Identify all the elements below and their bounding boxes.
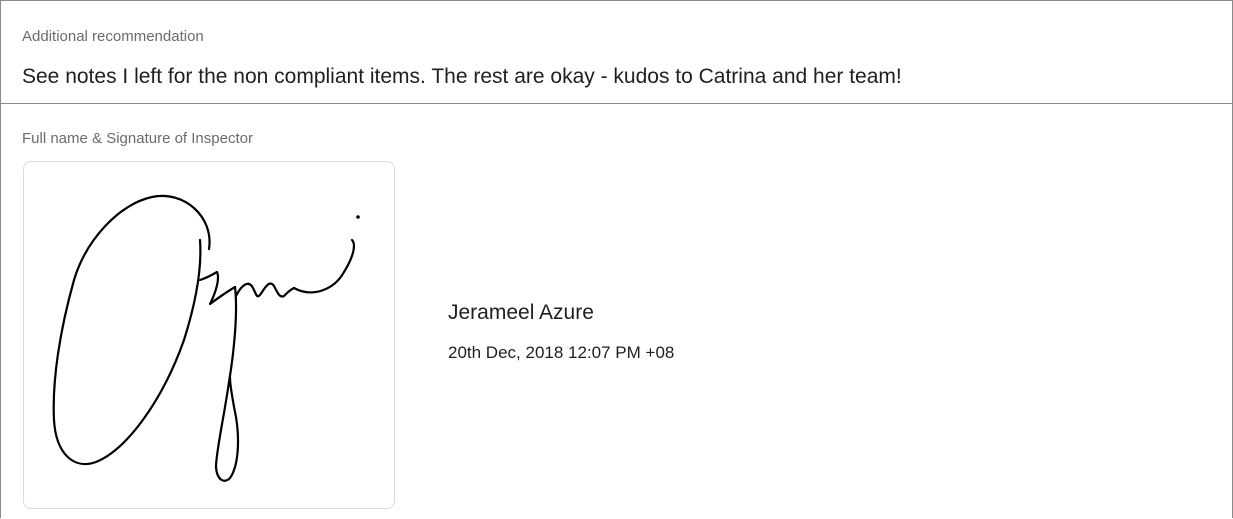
- inspector-signature-section: Full name & Signature of Inspector Jeram…: [1, 104, 1232, 519]
- signature-timestamp: 20th Dec, 2018 12:07 PM +08: [448, 343, 675, 362]
- inspection-report-footer: Additional recommendation See notes I le…: [0, 0, 1233, 518]
- additional-recommendation-section: Additional recommendation See notes I le…: [1, 1, 1232, 104]
- handwritten-signature-image: [52, 194, 360, 482]
- additional-recommendation-label: Additional recommendation: [22, 28, 204, 45]
- signature-box: [23, 161, 395, 509]
- inspector-full-name: Jerameel Azure: [448, 301, 594, 324]
- inspector-signature-label: Full name & Signature of Inspector: [22, 130, 253, 147]
- additional-recommendation-text: See notes I left for the non compliant i…: [22, 65, 902, 88]
